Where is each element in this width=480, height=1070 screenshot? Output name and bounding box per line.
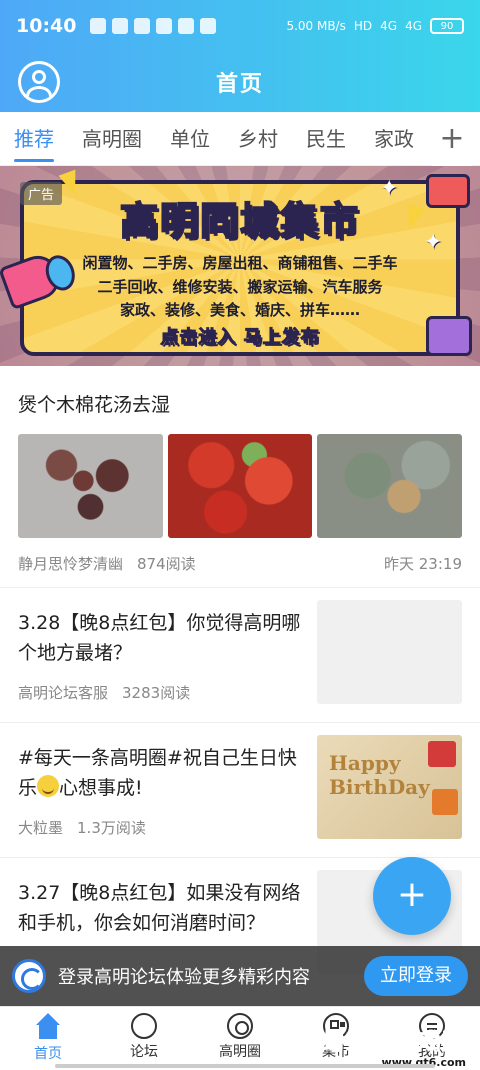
tabbar-item-home[interactable]: 首页: [0, 1007, 96, 1070]
ad-badge: 广告: [20, 182, 63, 205]
site-watermark: 蜻蜓手游戏网 www.qt6.com: [321, 1024, 466, 1070]
gift-icon: [432, 789, 458, 815]
net-type-4g-1: 4G: [380, 19, 398, 33]
post-image[interactable]: Happy BirthDay: [317, 735, 462, 839]
app-header: 首页: [0, 52, 480, 112]
post-meta: 静月思怜梦清幽 874阅读: [18, 553, 196, 574]
post-title: 3.28【晚8点红包】你觉得高明哪个地方最堵？: [18, 612, 301, 664]
image-text: Happy: [329, 751, 401, 775]
login-button[interactable]: 立即登录: [364, 956, 468, 996]
post-image[interactable]: [167, 434, 313, 538]
smile-emoji-icon: [37, 775, 60, 797]
home-icon: [33, 1013, 63, 1041]
forum-icon: [131, 1013, 157, 1039]
battery-icon: 90: [430, 18, 464, 34]
tabbar-label: 高明圈: [219, 1044, 261, 1060]
tab-unit[interactable]: 单位: [156, 112, 224, 166]
post-image[interactable]: [18, 434, 163, 538]
app-notification-icon: [134, 18, 151, 34]
tabbar-item-circle[interactable]: 高明圈: [192, 1007, 288, 1070]
post-title: 煲个木棉花汤去湿: [18, 394, 171, 416]
post-reads: 3283阅读: [122, 684, 191, 702]
post-images: [18, 434, 463, 538]
tabbar-label: 首页: [34, 1046, 62, 1062]
post-author: 大粒墨: [18, 819, 64, 837]
post-author: 高明论坛客服: [18, 684, 109, 702]
app-notification-icon: [112, 18, 129, 34]
category-tabs: 推荐 高明圈 单位 乡村 民生 家政 +: [0, 112, 480, 166]
tab-recommend[interactable]: 推荐: [0, 112, 68, 166]
app-notification-icon: [156, 18, 173, 34]
banner-line-1: 闲置物、二手房、房屋出租、商铺租售、二手车: [82, 254, 398, 272]
status-time: 10:40: [16, 15, 77, 37]
add-tab-icon[interactable]: +: [432, 112, 472, 166]
app-notification-icon: [200, 18, 217, 34]
post-author: 静月思怜梦清幽: [18, 555, 124, 573]
home-indicator: [55, 1064, 435, 1068]
post-meta: 大粒墨 1.3万阅读: [18, 817, 146, 838]
tab-livelihood[interactable]: 民生: [292, 112, 360, 166]
feed-item[interactable]: #每天一条高明圈#祝自己生日快乐 心想事成! 大粒墨 1.3万阅读 Happy Bi…: [0, 723, 480, 858]
battery-level: 90: [440, 20, 454, 32]
post-time: 昨天 23:19: [384, 555, 462, 573]
circle-icon: [227, 1013, 253, 1039]
ad-banner[interactable]: ✦ ✦ 高明同城集市 闲置物、二手房、房屋出租、商铺租售、二手车 二手回收、维修…: [0, 166, 480, 366]
post-reads: 874阅读: [137, 555, 196, 573]
login-prompt-bar: 登录高明论坛体验更多精彩内容 立即登录: [0, 946, 480, 1006]
create-post-button[interactable]: +: [373, 857, 451, 935]
app-notification-icon: [90, 18, 107, 34]
tab-gaoming-circle[interactable]: 高明圈: [68, 112, 156, 166]
tabbar-label: 论坛: [130, 1044, 158, 1060]
gift-icon: [428, 741, 456, 767]
app-notification-icon: [178, 18, 195, 34]
post-meta: 高明论坛客服 3283阅读: [18, 682, 190, 703]
feed-item[interactable]: 煲个木棉花汤去湿 静月思怜梦清幽 874阅读 昨天 23:19: [0, 366, 480, 588]
user-avatar-icon[interactable]: [18, 61, 60, 103]
net-type-hd: HD: [353, 19, 373, 33]
post-title: 3.27【晚8点红包】如果没有网络和手机，你会如何消磨时间？: [18, 882, 301, 934]
net-speed: 5.00 MB/s: [286, 19, 346, 33]
notification-icons: [90, 18, 217, 34]
post-title: #每天一条高明圈#祝自己生日快乐 心想事成!: [18, 743, 303, 803]
banner-cta: 点击进入 马上发布: [160, 327, 320, 349]
status-bar: 10:40 5.00 MB/s HD 4G 4G 90: [0, 0, 480, 52]
post-image[interactable]: [317, 434, 463, 538]
banner-line-3: 家政、装修、美食、婚庆、拼车……: [119, 301, 360, 319]
forum-logo-icon: [12, 959, 46, 993]
system-indicators: 5.00 MB/s HD 4G 4G 90: [286, 18, 464, 34]
page-title: 首页: [215, 72, 264, 97]
feed-item[interactable]: 3.28【晚8点红包】你觉得高明哪个地方最堵？ 高明论坛客服 3283阅读: [0, 588, 480, 723]
tab-housekeeping[interactable]: 家政: [360, 112, 428, 166]
watermark-title: 蜻蜓手游戏网: [321, 1030, 466, 1056]
banner-line-2: 二手回收、维修安装、搬家运输、汽车服务: [97, 278, 383, 296]
tabbar-item-forum[interactable]: 论坛: [96, 1007, 192, 1070]
login-prompt-text: 登录高明论坛体验更多精彩内容: [58, 967, 310, 988]
tab-village[interactable]: 乡村: [224, 112, 292, 166]
post-image[interactable]: [317, 600, 462, 704]
net-type-4g-2: 4G: [405, 19, 422, 33]
post-reads: 1.3万阅读: [77, 819, 146, 837]
image-text: BirthDay: [329, 775, 430, 799]
post-title-part: 心想事成!: [59, 777, 143, 799]
banner-title: 高明同城集市: [119, 198, 360, 244]
